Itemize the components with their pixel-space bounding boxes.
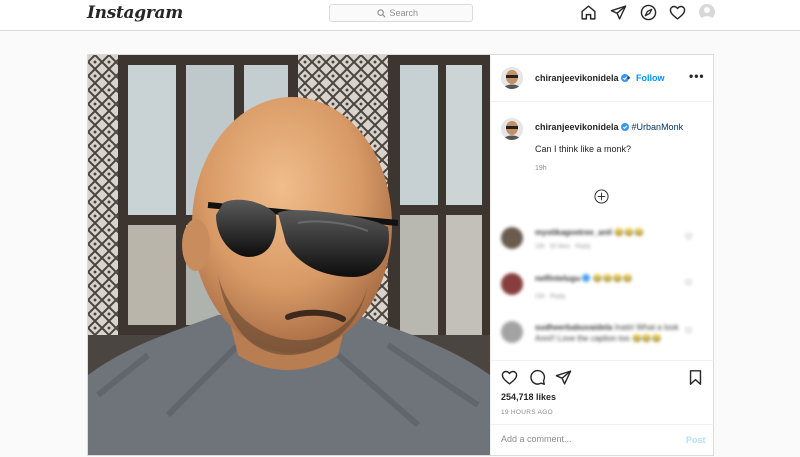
comment-emoji: 😂😂😂 [631,334,662,343]
verified-badge-icon [620,123,629,131]
verified-badge-icon [582,274,591,282]
comment-body: sudheerbabuvaidela Inatiri What a look A… [535,322,685,344]
caption-avatar-image [501,118,523,140]
selfie-image [88,55,490,455]
post-header: chiranjeevikonidela • Follow ••• [491,55,714,102]
author-username[interactable]: chiranjeevikonidela [535,73,629,83]
comment-username[interactable]: mystikagoetree_anil [535,228,612,237]
comment-emoji: 😂😂😂😂 [592,274,633,283]
comment-username[interactable]: sudheerbabuvaidela [535,323,612,332]
share-icon[interactable] [555,369,572,386]
comment-like-icon[interactable] [685,233,692,240]
author-avatar[interactable] [501,67,523,89]
top-navbar: Instagram [0,0,800,31]
comment-meta: 15h Reply [535,294,566,300]
comment-avatar[interactable] [501,227,523,249]
comment-input[interactable] [501,434,661,444]
activity-heart-icon[interactable] [669,4,686,21]
comment-icon[interactable] [529,369,546,386]
caption-time[interactable]: 19h [535,165,547,172]
instagram-logo[interactable]: Instagram [87,3,183,23]
comment-avatar[interactable] [501,273,523,295]
comment-avatar[interactable] [501,321,523,343]
more-options-icon[interactable]: ••• [689,69,705,83]
comments-list: mystikagoetree_anil 😂😂😂 15h 50 likes Rep… [491,219,714,355]
author-avatar-image [501,67,523,89]
post-timestamp[interactable]: 19 HOURS AGO [501,409,553,416]
post-actions: 254,718 likes 19 HOURS AGO [491,360,714,420]
comment-username[interactable]: nelfintelugu [535,274,580,283]
search-box[interactable] [329,4,473,22]
caption-hashtag[interactable]: #UrbanMonk [632,122,684,132]
separator-dot: • [627,73,631,83]
profile-avatar[interactable] [699,4,715,20]
caption-author-avatar[interactable] [501,118,523,140]
comment-meta: 15h 50 likes Reply [535,244,591,250]
comment-like-icon[interactable] [685,279,692,286]
follow-button[interactable]: Follow [636,73,665,83]
load-more-comments-icon[interactable] [594,189,609,204]
search-icon [376,8,385,17]
user-silhouette-icon [701,7,713,20]
likes-count[interactable]: 254,718 likes [501,392,556,402]
save-bookmark-icon[interactable] [687,369,704,386]
comment-body: mystikagoetree_anil 😂😂😂 [535,228,644,237]
comment-like-icon[interactable] [685,327,692,334]
add-comment-bar: Post [491,424,714,455]
comment-emoji: 😂😂😂 [614,228,645,237]
post-card: chiranjeevikonidela • Follow ••• chiranj… [87,54,714,456]
post-comment-button[interactable]: Post [686,435,706,445]
caption-text: Can I think like a monk? [535,144,632,154]
comment-body: nelfintelugu 😂😂😂😂 [535,274,632,283]
home-icon[interactable] [580,4,597,21]
explore-icon[interactable] [640,4,657,21]
caption-line: chiranjeevikonidela #UrbanMonk [535,122,683,132]
caption-username[interactable]: chiranjeevikonidela [535,122,619,132]
post-side-panel: chiranjeevikonidela • Follow ••• chiranj… [490,55,714,455]
search-input[interactable] [389,8,426,18]
post-photo[interactable] [88,55,490,455]
direct-icon[interactable] [610,4,627,21]
like-heart-icon[interactable] [501,369,518,386]
